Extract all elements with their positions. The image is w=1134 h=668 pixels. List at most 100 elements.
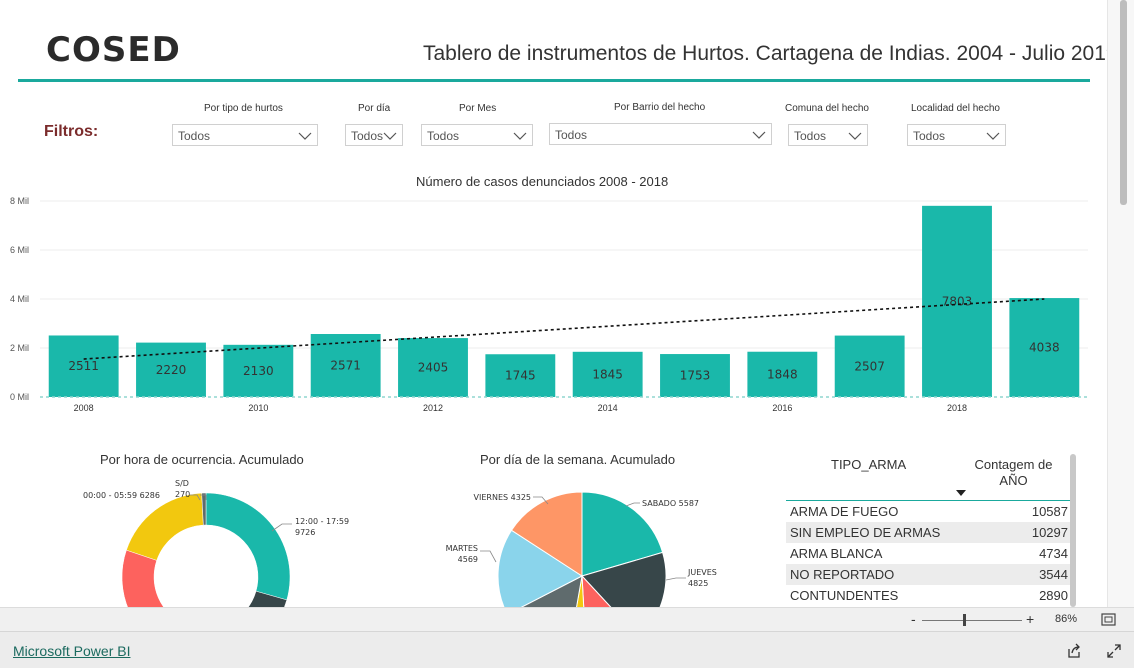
cell-contagem: 10587 [1031, 504, 1068, 519]
filters-label: Filtros: [44, 123, 99, 140]
cell-tipo-arma: SIN EMPLEO DE ARMAS [790, 525, 941, 540]
slice-value: 270 [175, 490, 190, 499]
table-header-contagem[interactable]: Contagem de AÑO [966, 457, 1061, 489]
zoom-level: 86% [1055, 613, 1078, 625]
pie-chart-title: Por día de la semana. Acumulado [480, 452, 676, 467]
pie-chart: SABADO 5587 JUEVES 4825 MARTES 4569 VIERNES 4… [446, 491, 717, 607]
table-row[interactable]: CONTUNDENTES 2890 [786, 585, 1071, 606]
cell-contagem: 3544 [1039, 567, 1068, 582]
slicer-label-tipo-hurtos: Por tipo de hurtos [204, 103, 283, 114]
leader-line [480, 550, 497, 563]
slicer-label-barrio: Por Barrio del hecho [614, 102, 706, 113]
cell-contagem: 4734 [1039, 546, 1068, 561]
zoom-in-button[interactable]: + [1026, 611, 1034, 627]
bar-chart-title: Número de casos denunciados 2008 - 2018 [416, 174, 669, 189]
power-bi-link[interactable]: Microsoft Power BI [13, 643, 130, 659]
page-scrollbar-thumb[interactable] [1120, 0, 1127, 205]
zoom-slider-thumb[interactable] [963, 614, 966, 626]
zoom-slider-track[interactable] [922, 620, 1022, 621]
slicer-value: Todos [351, 129, 384, 143]
x-tick-label: 2014 [598, 403, 618, 413]
y-tick-label: 0 Mil [10, 392, 29, 402]
slicer-dia[interactable]: Todos [345, 124, 403, 146]
arma-table: TIPO_ARMA Contagem de AÑO ARMA DE FUEGO 1… [786, 453, 1071, 607]
chevron-down-icon [383, 132, 397, 140]
bar-data-label: 4038 [1029, 341, 1060, 355]
table-body: ARMA DE FUEGO 10587 SIN EMPLEO DE ARMAS 102… [786, 501, 1071, 607]
slicer-label-dia: Por día [358, 103, 391, 114]
slicer-value: Todos [794, 129, 827, 143]
chevron-down-icon [752, 131, 766, 139]
slicer-value: Todos [913, 129, 946, 143]
y-tick-label: 2 Mil [10, 343, 29, 353]
zoom-out-button[interactable]: - [911, 611, 916, 627]
logo: COSED [46, 30, 181, 70]
slicer-barrio[interactable]: Todos [549, 123, 772, 145]
bar-data-label: 2220 [156, 363, 187, 377]
slicer-mes[interactable]: Todos [421, 124, 533, 146]
x-tick-label: 2008 [74, 403, 94, 413]
cell-tipo-arma: ARMA BLANCA [790, 546, 883, 561]
donut-chart-title: Por hora de ocurrencia. Acumulado [100, 452, 304, 467]
chevron-down-icon [986, 132, 1000, 140]
x-tick-label: 2016 [772, 403, 792, 413]
slicer-comuna[interactable]: Todos [788, 124, 868, 146]
sort-desc-icon [956, 490, 966, 496]
table-row[interactable]: ARMA DE FUEGO 10587 [786, 501, 1071, 522]
chevron-down-icon [298, 132, 312, 140]
bar-data-label: 2130 [243, 364, 274, 378]
bar-data-label: 1845 [592, 367, 623, 381]
bar-chart: 0 Mil 2 Mil 4 Mil 6 Mil 8 Mil 2511 2220 2130 257… [10, 196, 1088, 413]
slicer-label-localidad: Localidad del hecho [911, 103, 1000, 114]
y-tick-label: 4 Mil [10, 294, 29, 304]
slice-label: JUEVES [687, 568, 717, 577]
cell-contagem: 2890 [1039, 588, 1068, 603]
slice-value: 4569 [458, 555, 478, 564]
slice-value: 9726 [295, 528, 315, 537]
pie-slice [126, 492, 204, 561]
slicer-label-mes: Por Mes [459, 103, 497, 114]
report-title: Tablero de instrumentos de Hurtos. Carta… [423, 42, 1107, 65]
chevron-down-icon [513, 132, 527, 140]
pie-slice [205, 492, 291, 601]
bar-data-label: 2571 [330, 359, 361, 373]
header-divider [18, 79, 1090, 82]
fullscreen-icon[interactable] [1106, 643, 1122, 659]
slice-label: VIERNES 4325 [474, 493, 531, 502]
slice-label: 12:00 - 17:59 [295, 517, 349, 526]
leader-line [625, 502, 640, 507]
slicer-label-comuna: Comuna del hecho [785, 103, 869, 114]
fit-to-page-icon[interactable] [1101, 613, 1116, 626]
bar-data-label: 1848 [767, 367, 798, 381]
y-tick-label: 8 Mil [10, 196, 29, 206]
table-header-tipo-arma[interactable]: TIPO_ARMA [831, 457, 906, 472]
report-canvas: COSED Tablero de instrumentos de Hurtos.… [0, 0, 1107, 607]
x-tick-label: 2018 [947, 403, 967, 413]
slice-label: 00:00 - 05:59 6286 [83, 491, 160, 500]
bar-data-label: 1753 [680, 369, 711, 383]
bar-data-label: 7803 [942, 294, 973, 308]
donut-chart: S/D 270 00:00 - 05:59 6286 12:00 - 17:59 972… [83, 479, 349, 607]
slicer-value: Todos [178, 129, 211, 143]
footer-bar [0, 631, 1134, 668]
slice-value: 4825 [688, 579, 708, 588]
slicer-localidad[interactable]: Todos [907, 124, 1006, 146]
bar-data-label: 1745 [505, 369, 536, 383]
cell-contagem: 10297 [1031, 525, 1068, 540]
x-tick-label: 2010 [248, 403, 268, 413]
slice-label: MARTES [446, 544, 478, 553]
share-icon[interactable] [1066, 643, 1082, 659]
bar-data-label: 2507 [854, 359, 885, 373]
slice-label: S/D [175, 479, 189, 488]
y-tick-label: 6 Mil [10, 245, 29, 255]
table-scrollbar[interactable] [1070, 454, 1076, 607]
table-row[interactable]: ARMA BLANCA 4734 [786, 543, 1071, 564]
chevron-down-icon [848, 132, 862, 140]
leader-line [665, 577, 686, 581]
table-row[interactable]: NO REPORTADO 3544 [786, 564, 1071, 585]
slicer-tipo-hurtos[interactable]: Todos [172, 124, 318, 146]
table-row[interactable]: SIN EMPLEO DE ARMAS 10297 [786, 522, 1071, 543]
bar-data-label: 2405 [418, 361, 449, 375]
slicer-value: Todos [427, 129, 460, 143]
zoom-bar: - + 86% [0, 607, 1134, 632]
